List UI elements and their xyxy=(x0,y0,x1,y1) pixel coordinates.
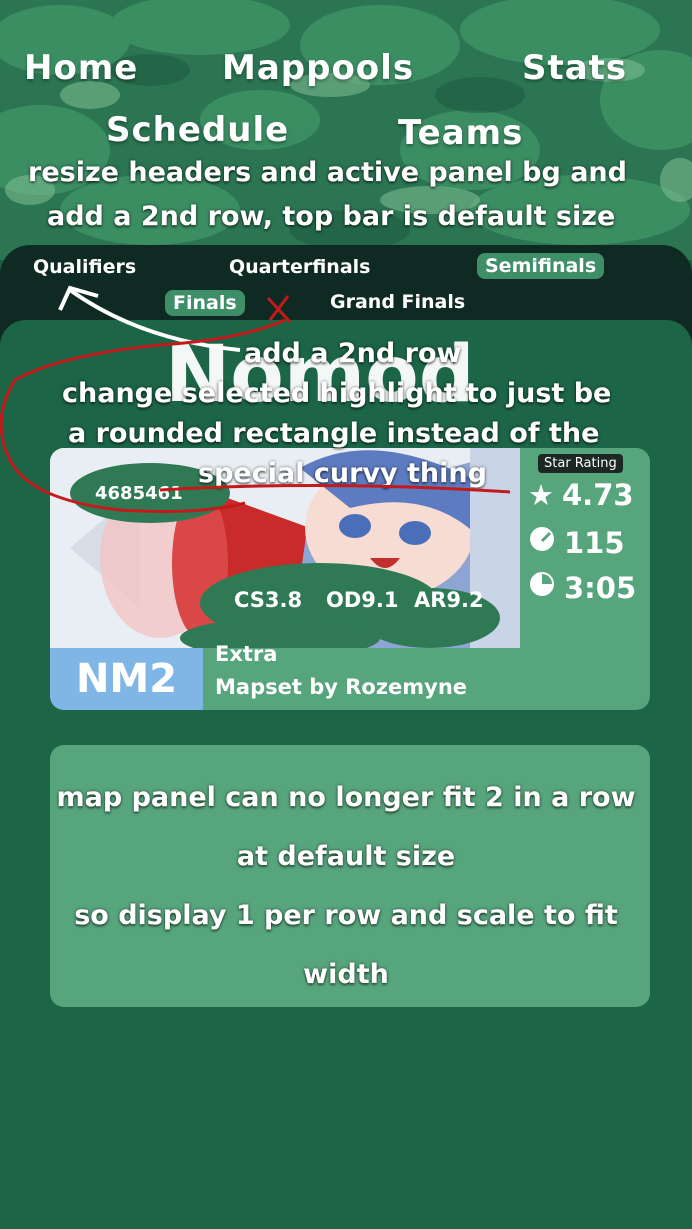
bpm-value: 115 xyxy=(564,525,625,560)
speedometer-icon xyxy=(528,525,556,560)
note-panel-line4: width xyxy=(303,959,389,990)
beatmap-id[interactable]: 4685461 xyxy=(95,483,183,504)
note-highlight-line3: special curvy thing xyxy=(198,458,487,489)
map-info: Extra Mapset by Rozemyne xyxy=(203,642,520,710)
note-header-line1: resize headers and active panel bg and xyxy=(28,157,627,188)
difficulty-name: Extra xyxy=(215,642,278,666)
star-rating-stat: ★ 4.73 xyxy=(528,478,634,512)
tab-grand-finals[interactable]: Grand Finals xyxy=(330,291,465,313)
star-icon: ★ xyxy=(528,478,554,512)
nav-home[interactable]: Home xyxy=(24,48,138,88)
clock-icon xyxy=(528,570,556,605)
tab-finals[interactable]: Finals xyxy=(165,290,245,316)
length-value: 3:05 xyxy=(564,570,637,605)
note-highlight-line1: change selected highlight to just be xyxy=(62,378,612,409)
star-rating-value: 4.73 xyxy=(562,478,634,512)
tab-quarterfinals[interactable]: Quarterfinals xyxy=(229,256,370,278)
circle-size: CS3.8 xyxy=(234,588,303,612)
nav-mappools[interactable]: Mappools xyxy=(222,48,414,88)
nav-schedule[interactable]: Schedule xyxy=(106,110,289,150)
mapper-name: Mapset by Rozemyne xyxy=(215,675,468,699)
nav-teams[interactable]: Teams xyxy=(398,113,523,153)
note-panel-line3: so display 1 per row and scale to fit xyxy=(74,900,618,931)
star-rating-label: Star Rating xyxy=(538,454,623,473)
note-header-line2: add a 2nd row, top bar is default size xyxy=(47,201,616,232)
approach-rate: AR9.2 xyxy=(414,588,484,612)
length-stat: 3:05 xyxy=(528,570,636,605)
note-row: add a 2nd row xyxy=(244,338,462,369)
note-highlight-line2: a rounded rectangle instead of the xyxy=(68,418,600,449)
overall-difficulty: OD9.1 xyxy=(326,588,399,612)
top-bar: Home Mappools Stats Schedule Teams resiz… xyxy=(0,0,692,260)
tab-semifinals[interactable]: Semifinals xyxy=(477,253,605,279)
nav-stats[interactable]: Stats xyxy=(522,48,627,88)
mod-slot-tag: NM2 xyxy=(50,648,203,710)
note-panel-line1: map panel can no longer fit 2 in a row xyxy=(56,782,636,813)
note-panel-line2: at default size xyxy=(236,841,456,872)
tab-qualifiers[interactable]: Qualifiers xyxy=(33,256,136,278)
bpm-stat: 115 xyxy=(528,525,625,560)
